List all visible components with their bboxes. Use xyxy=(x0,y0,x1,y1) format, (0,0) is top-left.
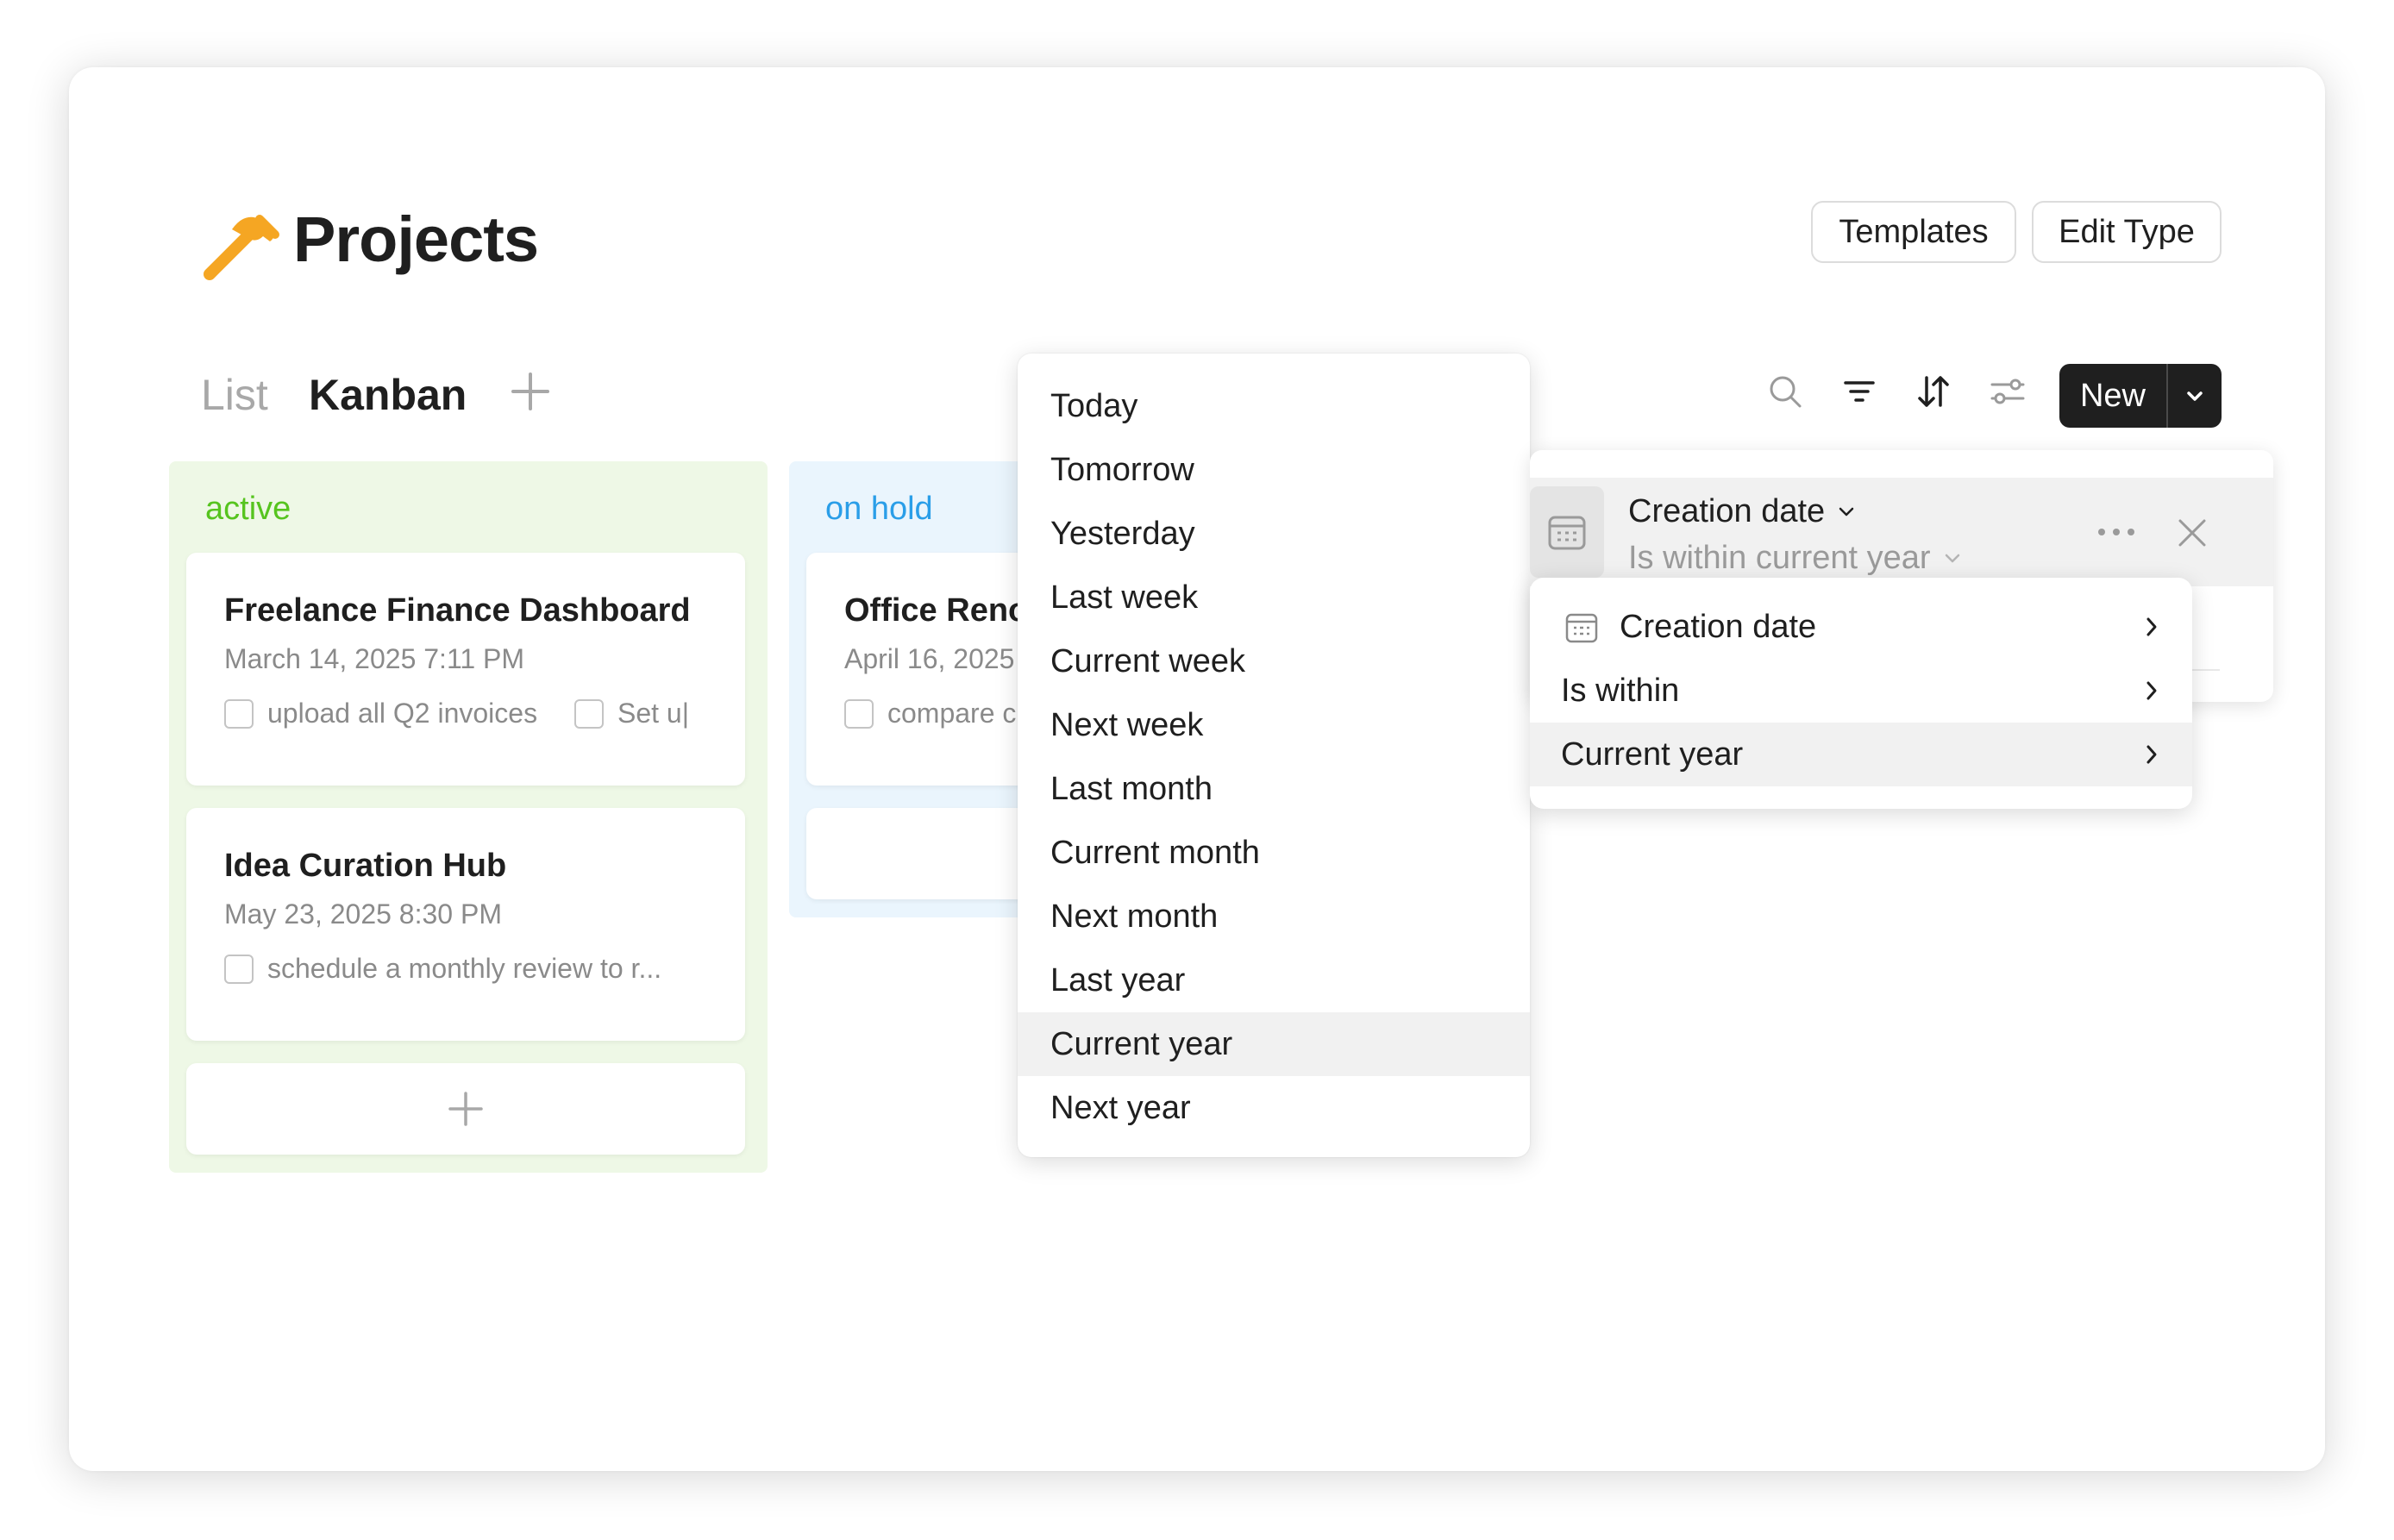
menu-item-next-month[interactable]: Next month xyxy=(1018,885,1530,948)
calendar-icon xyxy=(1530,486,1604,578)
task-checkbox[interactable] xyxy=(224,954,254,984)
menu-item-last-week[interactable]: Last week xyxy=(1018,566,1530,629)
menu-item-last-year[interactable]: Last year xyxy=(1018,948,1530,1012)
column-label: on hold xyxy=(825,491,933,527)
kanban-card[interactable]: Freelance Finance Dashboard March 14, 20… xyxy=(186,553,745,786)
filter-field-select[interactable]: Creation date xyxy=(1628,490,1859,533)
task-checkbox[interactable] xyxy=(224,698,254,729)
card-date: May 23, 2025 8:30 PM xyxy=(224,898,502,930)
kanban-column-active: active Freelance Finance Dashboard March… xyxy=(169,461,768,1173)
add-view-icon[interactable] xyxy=(504,366,556,417)
column-label: active xyxy=(205,491,291,527)
add-card-button[interactable] xyxy=(186,1063,745,1155)
filter-condition-label: Is within current year xyxy=(1628,540,1931,576)
templates-button[interactable]: Templates xyxy=(1811,201,2016,263)
menu-item-next-year[interactable]: Next year xyxy=(1018,1076,1530,1140)
filter-field-label: Creation date xyxy=(1628,493,1826,529)
edit-type-button[interactable]: Edit Type xyxy=(2032,201,2222,263)
submenu-item-label: Creation date xyxy=(1620,609,1817,645)
submenu-item-current-year[interactable]: Current year xyxy=(1530,723,2192,786)
menu-item-last-month[interactable]: Last month xyxy=(1018,757,1530,821)
chevron-right-icon xyxy=(2146,617,2157,636)
menu-item-yesterday[interactable]: Yesterday xyxy=(1018,502,1530,566)
chevron-right-icon xyxy=(2146,745,2157,764)
menu-item-current-week[interactable]: Current week xyxy=(1018,629,1530,693)
chevron-down-icon xyxy=(2187,391,2203,401)
submenu-item-label: Is within xyxy=(1561,673,1680,709)
hammer-icon xyxy=(204,215,279,280)
new-button-group: New xyxy=(2059,364,2222,428)
task-label: Set u| xyxy=(617,698,690,729)
menu-item-tomorrow[interactable]: Tomorrow xyxy=(1018,438,1530,502)
menu-item-current-year[interactable]: Current year xyxy=(1018,1012,1530,1076)
chevron-down-icon xyxy=(1839,507,1854,516)
date-options-menu: Today Tomorrow Yesterday Last week Curre… xyxy=(1018,354,1530,1157)
filter-rule: Creation date Is within current year xyxy=(1530,478,2273,586)
task-label: schedule a monthly review to r... xyxy=(267,953,662,984)
tab-list[interactable]: List xyxy=(201,367,268,423)
plus-icon xyxy=(448,1092,483,1126)
card-date: April 16, 2025 xyxy=(844,643,1015,674)
menu-item-today[interactable]: Today xyxy=(1018,374,1530,438)
submenu-item-creation-date[interactable]: Creation date xyxy=(1530,595,2192,659)
more-icon[interactable] xyxy=(2090,510,2142,554)
task-item: schedule a monthly review to r... xyxy=(224,953,661,985)
task-item: compare c xyxy=(844,698,1016,729)
submenu-item-is-within[interactable]: Is within xyxy=(1530,659,2192,723)
card-title: Idea Curation Hub xyxy=(224,848,507,884)
submenu-item-label: Current year xyxy=(1561,736,1744,773)
page-title: Projects xyxy=(293,203,539,275)
task-label: compare c xyxy=(887,698,1017,729)
filter-icon[interactable] xyxy=(1833,366,1885,417)
new-dropdown-button[interactable] xyxy=(2168,364,2222,428)
kanban-card[interactable]: Idea Curation Hub May 23, 2025 8:30 PM s… xyxy=(186,808,745,1041)
chevron-right-icon xyxy=(2146,681,2157,700)
task-checkbox[interactable] xyxy=(574,698,604,729)
settings-sliders-icon[interactable] xyxy=(1982,366,2034,417)
filter-submenu: Creation date Is within Current year xyxy=(1530,578,2192,809)
search-icon[interactable] xyxy=(1759,366,1811,417)
task-item: upload all Q2 invoices xyxy=(224,698,537,729)
calendar-icon xyxy=(1565,613,1598,643)
card-title: Office Reno xyxy=(844,592,1029,629)
new-button[interactable]: New xyxy=(2059,364,2166,428)
chevron-down-icon xyxy=(1945,554,1959,563)
card-date: March 14, 2025 7:11 PM xyxy=(224,643,525,674)
task-item: Set u| xyxy=(574,698,730,729)
menu-item-next-week[interactable]: Next week xyxy=(1018,693,1530,757)
tab-kanban[interactable]: Kanban xyxy=(309,367,467,423)
card-title: Freelance Finance Dashboard xyxy=(224,592,691,629)
filter-condition-select[interactable]: Is within current year xyxy=(1628,536,1965,579)
menu-item-current-month[interactable]: Current month xyxy=(1018,821,1530,885)
close-icon[interactable] xyxy=(2166,507,2218,559)
app-window: Projects Templates Edit Type List Kanban… xyxy=(69,67,2325,1471)
sort-icon[interactable] xyxy=(1908,366,1959,417)
task-checkbox[interactable] xyxy=(844,698,874,729)
task-label: upload all Q2 invoices xyxy=(267,698,538,729)
